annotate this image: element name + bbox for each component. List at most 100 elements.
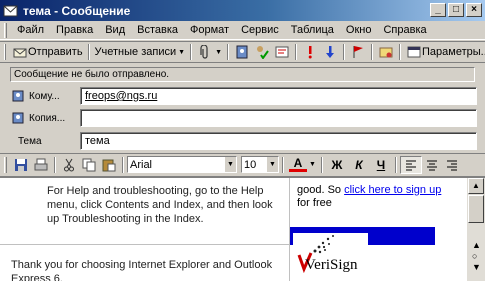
font-color-letter: A xyxy=(289,157,307,172)
flag-button[interactable] xyxy=(348,43,368,61)
menu-window[interactable]: Окно xyxy=(340,24,378,36)
floppy-icon xyxy=(13,157,29,173)
cut-button[interactable] xyxy=(59,156,79,174)
chevron-down-icon: ▼ xyxy=(215,48,222,56)
menu-file[interactable]: Файл xyxy=(11,24,50,36)
close-button[interactable]: × xyxy=(466,3,482,17)
toolbar-grip[interactable] xyxy=(4,44,6,60)
address-book-icon xyxy=(10,88,26,104)
send-icon xyxy=(12,44,28,60)
subject-row: Тема тема xyxy=(10,131,477,151)
standard-toolbar: Отправить Учетные записи ▼ ▼ Параметры..… xyxy=(0,41,485,63)
maximize-button[interactable]: □ xyxy=(448,3,464,17)
accounts-button[interactable]: Учетные записи ▼ xyxy=(93,43,188,61)
chevron-down-icon[interactable]: ▼ xyxy=(224,157,236,172)
toolbar-separator xyxy=(343,44,345,60)
browse-object-icon[interactable]: ○ xyxy=(472,251,477,261)
font-select[interactable]: Arial ▼ xyxy=(127,156,237,173)
align-right-icon xyxy=(444,157,460,173)
menu-tools[interactable]: Сервис xyxy=(235,24,285,36)
priority-high-button[interactable] xyxy=(300,43,320,61)
menu-table[interactable]: Таблица xyxy=(285,24,340,36)
to-row: Кому... freops@ngs.ru xyxy=(10,86,477,106)
align-right-button[interactable] xyxy=(442,156,462,174)
font-name: Arial xyxy=(130,158,153,171)
copy-icon xyxy=(81,157,97,173)
cc-button[interactable]: Копия... xyxy=(10,110,80,126)
subject-field[interactable]: тема xyxy=(80,132,477,150)
font-size-select[interactable]: 10 ▼ xyxy=(241,156,279,173)
chevron-down-icon: ▼ xyxy=(309,161,316,168)
bold-button[interactable]: Ж xyxy=(326,156,348,174)
body-right-column: good. So click here to sign up for free … xyxy=(289,178,467,281)
align-center-button[interactable] xyxy=(422,156,442,174)
to-address[interactable]: freops@ngs.ru xyxy=(85,90,157,102)
save-button[interactable] xyxy=(11,156,31,174)
to-button[interactable]: Кому... xyxy=(10,88,80,104)
promo-text-end: for free xyxy=(297,197,332,209)
toolbar-separator xyxy=(371,44,373,60)
promo-text-start: good. So xyxy=(297,184,342,196)
menu-view[interactable]: Вид xyxy=(99,24,131,36)
message-body[interactable]: For Help and troubleshooting, go to the … xyxy=(0,176,467,281)
arrow-down-icon xyxy=(322,44,338,60)
scroll-up-button[interactable]: ▲ xyxy=(468,178,484,194)
copy-button[interactable] xyxy=(79,156,99,174)
italic-button[interactable]: К xyxy=(348,156,370,174)
italic-letter: К xyxy=(355,157,363,172)
options-button[interactable]: Параметры... xyxy=(404,43,485,61)
signup-link[interactable]: click here to sign up xyxy=(344,184,441,196)
menu-grip[interactable] xyxy=(4,22,7,38)
attach-button[interactable]: ▼ xyxy=(195,43,224,61)
message-icon xyxy=(3,4,19,18)
sign-button[interactable] xyxy=(376,43,396,61)
send-label: Отправить xyxy=(28,46,83,58)
exclamation-icon xyxy=(302,44,318,60)
accounts-label: Учетные записи xyxy=(94,46,177,58)
priority-low-button[interactable] xyxy=(320,43,340,61)
spelling-button[interactable] xyxy=(272,43,292,61)
to-label: Кому... xyxy=(29,90,60,102)
check-names-icon xyxy=(254,44,270,60)
menu-help[interactable]: Справка xyxy=(377,24,432,36)
bold-letter: Ж xyxy=(331,157,343,172)
toolbar-separator xyxy=(295,44,297,60)
printer-icon xyxy=(33,157,49,173)
paste-button[interactable] xyxy=(99,156,119,174)
next-page-icon[interactable]: ▼ xyxy=(472,262,481,272)
align-left-button[interactable] xyxy=(399,155,422,174)
toolbar-separator xyxy=(399,44,401,60)
underline-button[interactable]: Ч xyxy=(370,156,392,174)
cc-label: Копия... xyxy=(29,112,66,124)
menu-format[interactable]: Формат xyxy=(184,24,235,36)
promo-paragraph: good. So click here to sign up for free xyxy=(297,184,457,210)
paperclip-icon xyxy=(197,44,213,60)
toolbar-separator xyxy=(190,44,193,60)
menu-insert[interactable]: Вставка xyxy=(131,24,184,36)
menu-bar: Файл Правка Вид Вставка Формат Сервис Та… xyxy=(0,21,485,40)
check-names-button[interactable] xyxy=(252,43,272,61)
menu-edit[interactable]: Правка xyxy=(50,24,99,36)
certificate-icon xyxy=(378,44,394,60)
scroll-thumb[interactable] xyxy=(468,195,484,223)
print-button[interactable] xyxy=(31,156,51,174)
body-scrollbar[interactable]: ▲ ▲ ○ ▼ xyxy=(467,176,485,281)
address-book-icon xyxy=(10,110,26,126)
options-label: Параметры... xyxy=(422,46,485,58)
to-field[interactable]: freops@ngs.ru xyxy=(80,87,477,105)
body-divider xyxy=(0,244,289,245)
toolbar-separator xyxy=(320,156,323,173)
font-size: 10 xyxy=(244,158,257,171)
minimize-button[interactable]: _ xyxy=(430,3,446,17)
window-title: тема - Сообщение xyxy=(23,3,131,18)
align-center-icon xyxy=(424,157,440,173)
address-book-button[interactable] xyxy=(232,43,252,61)
toolbar-grip[interactable] xyxy=(4,156,7,173)
chevron-down-icon[interactable]: ▼ xyxy=(266,157,278,172)
font-color-button[interactable]: A ▼ xyxy=(287,156,318,174)
toolbar-separator xyxy=(122,156,124,173)
send-button[interactable]: Отправить xyxy=(10,43,85,61)
prev-page-icon[interactable]: ▲ xyxy=(472,240,481,250)
verisign-logo[interactable]: VeriSign xyxy=(293,233,368,281)
cc-field[interactable] xyxy=(80,109,477,127)
